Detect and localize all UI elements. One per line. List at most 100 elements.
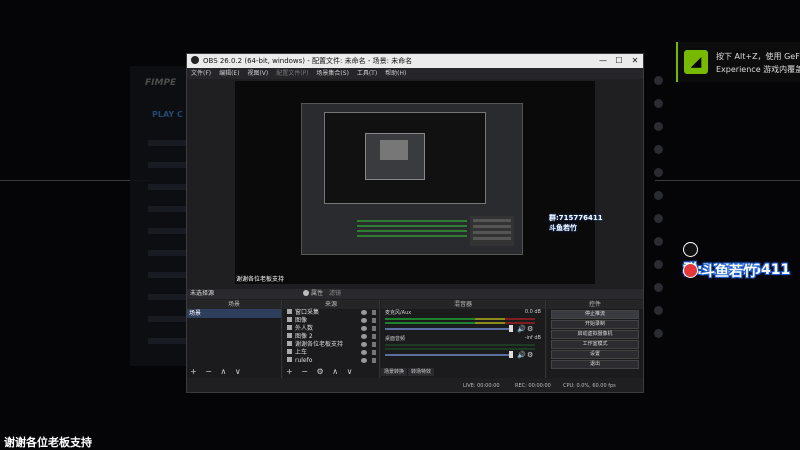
background-app-row xyxy=(148,206,188,212)
source-label: 上车 xyxy=(295,349,308,356)
start-virtual-camera-button[interactable]: 启动虚拟摄像机 xyxy=(551,330,639,339)
source-item[interactable]: 外人数 xyxy=(283,325,379,333)
lock-icon[interactable] xyxy=(372,342,376,347)
stop-streaming-button[interactable]: 停止推流 xyxy=(551,310,639,319)
minimize-button[interactable]: — xyxy=(595,54,611,68)
stream-caption: 谢谢各位老板支持 xyxy=(4,436,92,449)
gear-icon[interactable]: ⚙ xyxy=(527,325,533,333)
rec-timer: REC: 00:00:00 xyxy=(515,383,551,389)
obs-title-bar[interactable]: OBS 26.0.2 (64-bit, windows) - 配置文件: 未命名… xyxy=(187,54,643,68)
nested-preview-deep xyxy=(365,133,425,180)
eye-icon[interactable] xyxy=(361,334,367,339)
background-line-left xyxy=(0,180,150,181)
studio-mode-button[interactable]: 工作室模式 xyxy=(551,340,639,349)
source-label: 谢谢各位老板支持 xyxy=(295,341,344,348)
gear-icon xyxy=(303,290,309,296)
mixer-tabs: 场景转换 转场特效 xyxy=(381,368,435,376)
nested-control-row xyxy=(473,219,511,222)
nested-audio-meters xyxy=(357,220,467,240)
window-capture-icon xyxy=(287,309,292,314)
source-item[interactable]: 窗口采集 xyxy=(283,309,379,317)
lock-icon[interactable] xyxy=(372,318,376,323)
volume-slider[interactable] xyxy=(385,354,511,356)
eye-icon[interactable] xyxy=(361,310,367,315)
background-app-row xyxy=(148,250,188,256)
sources-dock: 来源 窗口采集 图像 外人数 图像 2 谢谢各位老板支持 上车 rulefo +… xyxy=(283,300,380,378)
level-meter xyxy=(385,344,535,346)
background-app-row xyxy=(148,228,188,234)
lock-icon[interactable] xyxy=(372,350,376,355)
properties-label: 属性 xyxy=(311,290,324,297)
volume-slider[interactable] xyxy=(385,328,511,330)
circle-icon xyxy=(653,329,663,338)
menu-bar: 文件(F) 编辑(E) 视图(V) 配置文件(P) 场景集合(S) 工具(T) … xyxy=(187,68,643,79)
menu-profile[interactable]: 配置文件(P) xyxy=(276,70,308,77)
background-app-row xyxy=(148,162,188,168)
lock-icon[interactable] xyxy=(372,326,376,331)
sources-footer-buttons[interactable]: + − ⚙ ∧ ∨ xyxy=(286,367,355,376)
source-item[interactable]: 图像 xyxy=(283,317,379,325)
menu-edit[interactable]: 编辑(E) xyxy=(219,70,239,77)
speaker-icon[interactable]: 🔊 xyxy=(517,325,526,333)
source-item[interactable]: rulefo xyxy=(283,357,379,365)
scenes-footer-buttons[interactable]: + − ∧ ∨ xyxy=(190,367,244,376)
eye-icon[interactable] xyxy=(361,326,367,331)
obs-window[interactable]: OBS 26.0.2 (64-bit, windows) - 配置文件: 未命名… xyxy=(186,53,644,393)
tab-scene-transitions[interactable]: 场景转换 xyxy=(381,368,408,376)
nested-control-row xyxy=(473,225,511,228)
eye-icon[interactable] xyxy=(361,342,367,347)
volume-slider-handle[interactable] xyxy=(509,325,513,332)
weibo-overlay: 斗鱼若竹 xyxy=(683,261,757,281)
tab-transition-effects[interactable]: 转场特效 xyxy=(408,368,435,376)
no-source-selected-label: 未选择源 xyxy=(190,290,215,297)
close-button[interactable]: ✕ xyxy=(627,54,643,68)
nvidia-notification-line2: Experience 游戏内覆盖 xyxy=(716,65,800,74)
gear-icon[interactable]: ⚙ xyxy=(527,351,533,359)
background-app-row xyxy=(148,140,188,146)
source-item[interactable]: 谢谢各位老板支持 xyxy=(283,341,379,349)
source-item[interactable]: 图像 2 xyxy=(283,333,379,341)
eye-icon[interactable] xyxy=(361,318,367,323)
circle-icon xyxy=(653,99,663,108)
lock-icon[interactable] xyxy=(372,310,376,315)
sources-header: 来源 xyxy=(283,300,379,309)
menu-tools[interactable]: 工具(T) xyxy=(357,70,377,77)
maximize-button[interactable]: ☐ xyxy=(611,54,627,68)
eye-icon[interactable] xyxy=(361,350,367,355)
status-bar: LIVE: 00:00:00 REC: 00:00:00 CPU: 0.0%, … xyxy=(187,380,643,392)
text-icon xyxy=(287,325,292,330)
background-app-row xyxy=(148,338,188,344)
start-recording-button[interactable]: 开始录制 xyxy=(551,320,639,329)
background-line-right xyxy=(655,180,800,181)
eye-icon[interactable] xyxy=(361,358,367,363)
lock-icon[interactable] xyxy=(372,334,376,339)
menu-view[interactable]: 视图(V) xyxy=(247,70,268,77)
image-icon xyxy=(287,333,292,338)
menu-help[interactable]: 帮助(H) xyxy=(385,70,406,77)
lock-icon[interactable] xyxy=(372,358,376,363)
filters-button[interactable]: 滤镜 xyxy=(329,289,341,299)
settings-button[interactable]: 设置 xyxy=(551,350,639,359)
menu-file[interactable]: 文件(F) xyxy=(191,70,211,77)
circle-icon xyxy=(653,260,663,269)
nvidia-notification-line1: 按下 Alt+Z，使用 GeForce xyxy=(716,52,800,61)
channel-db: -inf dB xyxy=(524,335,541,341)
nested-control-row xyxy=(473,237,511,240)
speaker-icon[interactable]: 🔊 xyxy=(517,351,526,359)
source-toolbar: 未选择源 属性 滤镜 xyxy=(187,289,643,299)
menu-scene-collection[interactable]: 场景集合(S) xyxy=(316,70,349,77)
channel-name: 桌面音频 xyxy=(385,336,406,342)
preview-canvas[interactable]: 群:715776411 斗鱼若竹 谢谢各位老板支持 xyxy=(235,81,603,284)
properties-button[interactable]: 属性 xyxy=(303,289,323,299)
background-app-right-icons xyxy=(648,76,668,352)
scene-item[interactable]: 场景 xyxy=(187,309,281,318)
source-item[interactable]: 上车 xyxy=(283,349,379,357)
mixer-channel: 桌面音频 -inf dB 🔊 ⚙ xyxy=(381,335,545,361)
exit-button[interactable]: 退出 xyxy=(551,360,639,369)
volume-slider-handle[interactable] xyxy=(509,351,513,358)
cpu-fps-readout: CPU: 0.0%, 60.00 fps xyxy=(563,383,616,389)
circle-icon xyxy=(653,76,663,85)
circle-icon xyxy=(653,237,663,246)
background-app-logo: FIMPE xyxy=(145,78,177,88)
obs-window-title: OBS 26.0.2 (64-bit, windows) - 配置文件: 未命名… xyxy=(203,57,413,65)
